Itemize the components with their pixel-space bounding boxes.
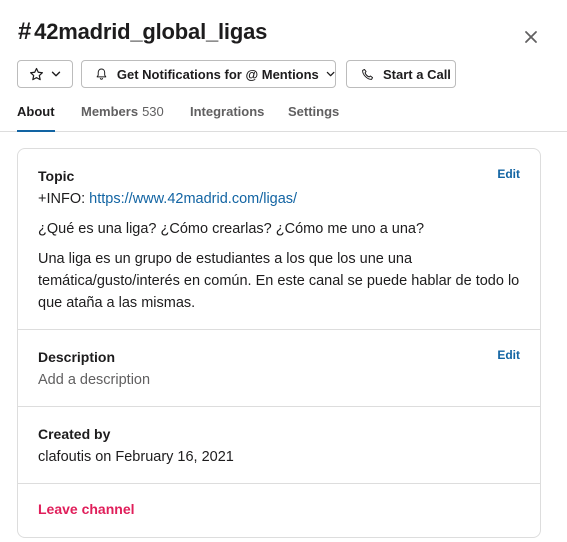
members-count: 530 xyxy=(142,104,164,119)
start-call-label: Start a Call xyxy=(383,66,451,82)
created-by-heading: Created by xyxy=(38,426,111,442)
leave-section: Leave channel xyxy=(18,484,540,537)
chevron-down-icon xyxy=(326,71,335,77)
close-button[interactable] xyxy=(521,27,541,47)
created-by-value: clafoutis on February 16, 2021 xyxy=(38,449,234,465)
tab-about-label: About xyxy=(17,104,55,119)
chevron-down-icon xyxy=(51,71,61,77)
tab-integrations-label: Integrations xyxy=(190,104,265,119)
notifications-label: Get Notifications for @ Mentions xyxy=(116,66,319,82)
tab-integrations[interactable]: Integrations xyxy=(190,104,264,132)
description-edit-link[interactable]: Edit xyxy=(497,348,520,362)
tab-settings[interactable]: Settings xyxy=(288,104,339,132)
channel-details-header: # 42madrid_global_ligas Get Notification… xyxy=(0,0,567,132)
topic-edit-link[interactable]: Edit xyxy=(497,167,520,181)
description-section: Description Edit Add a description xyxy=(18,330,540,407)
phone-icon xyxy=(362,68,374,80)
topic-question: ¿Qué es una liga? ¿Cómo crearlas? ¿Cómo … xyxy=(38,221,425,237)
description-heading: Description xyxy=(38,349,116,365)
tab-about[interactable]: About xyxy=(17,104,55,132)
tab-members-label: Members xyxy=(81,104,139,119)
tab-members[interactable]: Members 530 xyxy=(81,104,164,132)
description-placeholder[interactable]: Add a description xyxy=(38,369,520,391)
about-card: Topic Edit +INFO: https://www.42madrid.c… xyxy=(17,148,541,538)
topic-section: Topic Edit +INFO: https://www.42madrid.c… xyxy=(18,149,540,330)
star-icon xyxy=(29,67,44,80)
bell-icon xyxy=(96,68,107,80)
star-dropdown-button[interactable] xyxy=(17,60,73,88)
leave-channel-button[interactable]: Leave channel xyxy=(38,501,135,517)
tab-settings-label: Settings xyxy=(288,104,340,119)
channel-name: 42madrid_global_ligas xyxy=(34,19,268,44)
topic-info-prefix: +INFO: xyxy=(38,191,86,207)
start-call-button[interactable]: Start a Call xyxy=(346,60,456,88)
topic-info-line: +INFO: https://www.42madrid.com/ligas/ xyxy=(38,188,520,210)
notifications-button[interactable]: Get Notifications for @ Mentions xyxy=(81,60,336,88)
channel-title: # 42madrid_global_ligas xyxy=(18,18,267,46)
topic-info-link[interactable]: https://www.42madrid.com/ligas/ xyxy=(89,191,297,207)
topic-body: Una liga es un grupo de estudiantes a lo… xyxy=(38,251,520,311)
topic-heading: Topic xyxy=(38,168,75,184)
channel-hash: # xyxy=(18,18,32,45)
created-by-section: Created by clafoutis on February 16, 202… xyxy=(18,407,540,484)
close-icon xyxy=(525,31,537,43)
channel-tabs: About Members 530 Integrations Settings xyxy=(0,104,567,132)
